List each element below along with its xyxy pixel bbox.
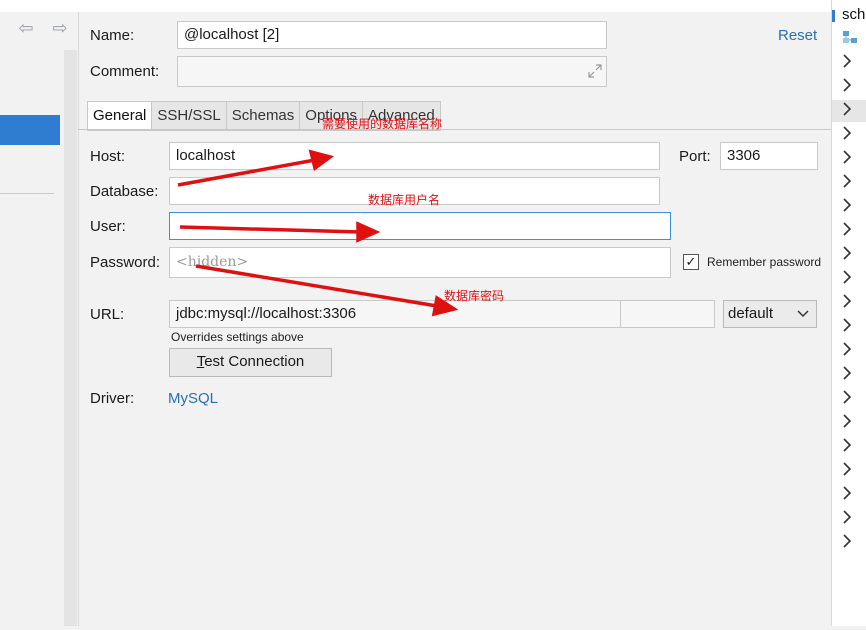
arrow-password [195,264,459,317]
chevron-right-icon[interactable] [838,292,856,310]
schema-tree-icon[interactable] [842,30,858,44]
chevron-right-icon[interactable] [838,436,856,454]
chevron-right-icon[interactable] [838,508,856,526]
chevron-right-icon[interactable] [838,460,856,478]
chevron-right-icon[interactable] [838,484,856,502]
right-panel-title: sch [842,6,866,23]
chevron-right-icon[interactable] [838,52,856,70]
annotation-database-password: 数据库密码 [444,289,505,303]
annotation-database-user: 数据库用户名 [368,193,441,207]
panel-marker [832,10,835,22]
chevron-right-icon[interactable] [838,244,856,262]
chevron-right-icon[interactable] [838,220,856,238]
chevron-right-icon[interactable] [838,268,856,286]
chevron-right-icon[interactable] [838,388,856,406]
chevron-right-icon[interactable] [838,124,856,142]
chevron-right-icon[interactable] [838,172,856,190]
chevron-right-icon[interactable] [838,316,856,334]
chevron-right-icon[interactable] [838,532,856,550]
arrow-user [179,221,381,243]
chevron-right-icon[interactable] [838,340,856,358]
chevron-right-icon[interactable] [838,148,856,166]
chevron-right-icon[interactable] [838,76,856,94]
annotation-arrows [177,149,459,317]
bottom-edge [0,626,866,630]
chevron-right-icon[interactable] [838,196,856,214]
chevron-right-icon[interactable] [838,412,856,430]
chevron-right-icon[interactable] [838,100,856,118]
arrow-database-name [177,149,334,187]
chevron-right-icon[interactable] [838,364,856,382]
annotation-database-name: 需要使用的数据库名称 [322,117,443,131]
